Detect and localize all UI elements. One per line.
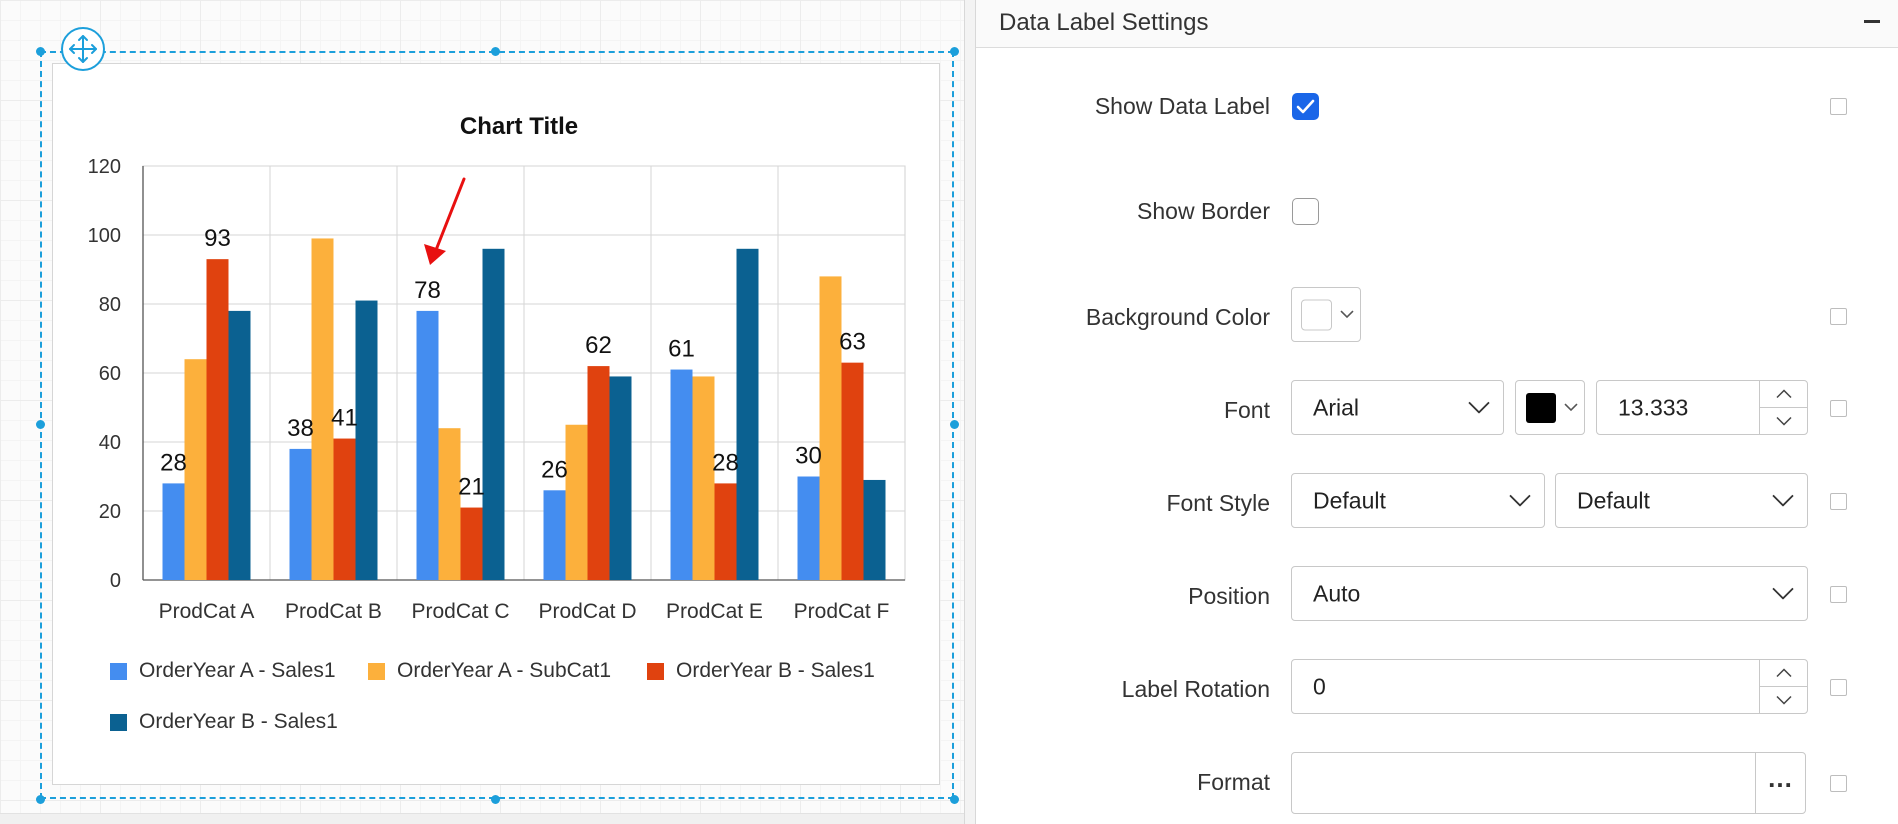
format-ellipsis-button[interactable]: ... <box>1755 753 1805 813</box>
font-size-spin <box>1759 381 1807 434</box>
design-canvas[interactable]: 0 20 40 60 80 100 120 Chart Title ProdCat A ProdC… <box>0 0 964 824</box>
font-style-dropdown[interactable]: Default <box>1291 473 1545 528</box>
label-font-style: Font Style <box>1166 490 1270 516</box>
resize-handle-top-left[interactable] <box>36 47 45 56</box>
minus-icon[interactable] <box>1864 20 1880 23</box>
font-weight-dropdown[interactable]: Default <box>1555 473 1808 528</box>
chevron-down-icon <box>1776 695 1792 705</box>
chevron-up-icon <box>1776 389 1792 398</box>
resize-handle-top[interactable] <box>491 47 500 56</box>
reset-format[interactable] <box>1830 775 1847 792</box>
chevron-down-icon <box>1772 587 1794 599</box>
panel-header[interactable]: Data Label Settings <box>976 0 1898 48</box>
font-size-decrement[interactable] <box>1760 408 1807 435</box>
label-format: Format <box>1197 769 1270 795</box>
panel-splitter[interactable] <box>964 0 976 824</box>
selection-outline <box>40 51 954 799</box>
resize-handle-right[interactable] <box>950 420 959 429</box>
reset-font-style[interactable] <box>1830 493 1847 510</box>
label-font: Font <box>1223 397 1270 423</box>
show-data-label-checkbox[interactable] <box>1292 93 1319 120</box>
chevron-down-icon <box>1772 494 1794 506</box>
reset-background-color[interactable] <box>1830 308 1847 325</box>
label-show-data-label: Show Data Label <box>1094 93 1270 119</box>
label-position: Position <box>1188 583 1270 609</box>
format-input[interactable]: ... <box>1291 752 1806 814</box>
properties-panel: Data Label Settings Show Data Label Show… <box>976 0 1898 824</box>
background-color-picker[interactable] <box>1291 287 1361 342</box>
font-size-increment[interactable] <box>1760 381 1807 408</box>
font-size-stepper[interactable]: 13.333 <box>1596 380 1808 435</box>
chevron-down-icon <box>1509 494 1531 506</box>
panel-title: Data Label Settings <box>999 9 1209 36</box>
font-family-value: Arial <box>1313 394 1360 420</box>
reset-label-rotation[interactable] <box>1830 679 1847 696</box>
resize-handle-top-right[interactable] <box>950 47 959 56</box>
reset-show-data-label[interactable] <box>1830 98 1847 115</box>
font-style-value: Default <box>1313 487 1386 513</box>
label-rotation-stepper[interactable]: 0 <box>1291 659 1808 714</box>
font-color-swatch <box>1526 392 1556 423</box>
position-dropdown[interactable]: Auto <box>1291 566 1808 621</box>
checkmark-icon <box>1296 99 1315 114</box>
chevron-down-icon <box>1340 309 1354 318</box>
font-size-value: 13.333 <box>1618 394 1689 420</box>
canvas-scrollbar[interactable] <box>0 813 964 824</box>
font-weight-value: Default <box>1577 487 1650 513</box>
reset-font[interactable] <box>1830 400 1847 417</box>
move-handle[interactable] <box>61 27 105 71</box>
chevron-down-icon <box>1564 402 1578 411</box>
move-arrows-icon <box>69 35 97 63</box>
font-color-picker[interactable] <box>1515 380 1585 435</box>
label-show-border: Show Border <box>1137 198 1270 224</box>
position-value: Auto <box>1313 580 1361 606</box>
resize-handle-bottom[interactable] <box>491 795 500 804</box>
label-background-color: Background Color <box>1085 304 1270 330</box>
label-rotation-spin <box>1759 660 1807 713</box>
chevron-up-icon <box>1776 668 1792 677</box>
label-rotation-increment[interactable] <box>1760 660 1807 687</box>
chevron-down-icon <box>1468 401 1490 413</box>
chevron-down-icon <box>1776 416 1792 426</box>
background-color-swatch <box>1301 299 1332 330</box>
reset-position[interactable] <box>1830 586 1847 603</box>
show-border-checkbox[interactable] <box>1292 198 1319 225</box>
label-label-rotation: Label Rotation <box>1121 676 1270 702</box>
label-rotation-decrement[interactable] <box>1760 687 1807 714</box>
label-rotation-value: 0 <box>1313 673 1326 699</box>
resize-handle-bottom-right[interactable] <box>950 795 959 804</box>
resize-handle-bottom-left[interactable] <box>36 795 45 804</box>
resize-handle-left[interactable] <box>36 420 45 429</box>
font-family-dropdown[interactable]: Arial <box>1291 380 1504 435</box>
